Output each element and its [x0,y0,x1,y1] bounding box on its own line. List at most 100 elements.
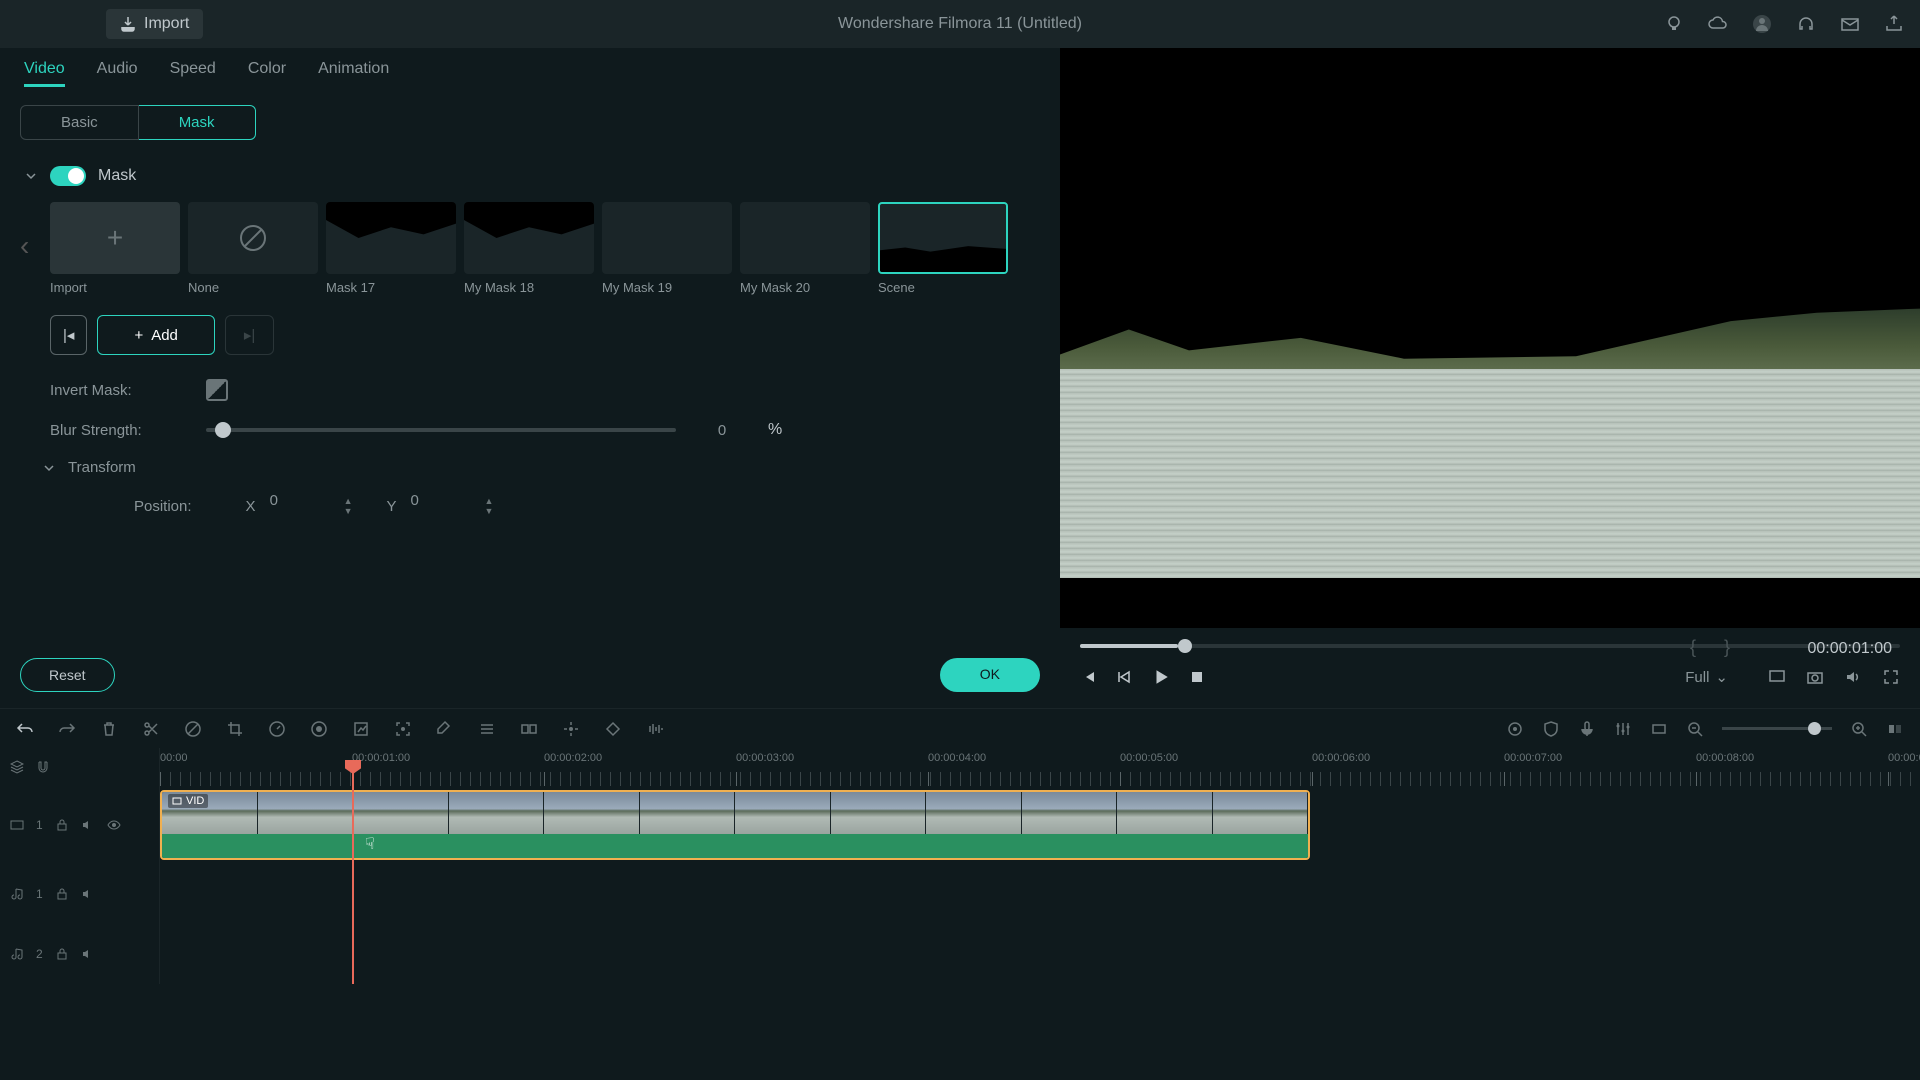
playhead[interactable] [352,768,354,984]
split-button[interactable] [142,720,160,738]
tab-animation[interactable]: Animation [318,60,389,87]
paint-button[interactable] [436,720,454,738]
prohibit-button[interactable] [184,720,202,738]
mask-thumb [464,202,594,274]
x-stepper[interactable]: ▲▼ [344,496,353,516]
export-icon[interactable] [1884,14,1904,34]
lock-icon[interactable] [55,818,69,832]
motion-button[interactable] [562,720,580,738]
prev-keyframe-button[interactable]: |◂ [50,315,87,355]
crop-button[interactable] [226,720,244,738]
prev-frame-button[interactable] [1080,669,1096,685]
tab-speed[interactable]: Speed [170,60,216,87]
mark-in-out[interactable]: {} [1690,637,1730,658]
y-stepper[interactable]: ▲▼ [485,496,494,516]
shield-button[interactable] [1542,720,1560,738]
blur-unit: % [768,421,782,439]
next-keyframe-button: ▸| [225,315,274,355]
zoom-out-button[interactable] [1686,720,1704,738]
step-back-button[interactable] [1116,669,1132,685]
lightbulb-icon[interactable] [1664,14,1684,34]
mask-toggle[interactable] [50,166,86,186]
mask-item-scene[interactable]: Scene [878,202,1008,295]
keyframe-button[interactable] [604,720,622,738]
greenscreen-button[interactable] [352,720,370,738]
mask-item-17[interactable]: Mask 17 [326,202,456,295]
transform-header[interactable]: Transform [24,459,1036,476]
add-keyframe-button[interactable]: + Add [97,315,214,355]
fit-button[interactable] [1886,720,1904,738]
chevron-down-icon [42,461,56,475]
mask-item-import[interactable]: + Import [50,202,180,295]
invert-mask-checkbox[interactable] [206,379,228,401]
mixer-button[interactable] [1614,720,1632,738]
tab-video[interactable]: Video [24,60,65,87]
quality-select[interactable]: Full ⌄ [1675,664,1738,690]
focus-button[interactable] [394,720,412,738]
plus-icon: + [50,202,180,274]
video-clip[interactable]: VID [160,790,1310,860]
play-button[interactable] [1152,668,1170,686]
none-icon [188,202,318,274]
mute-icon[interactable] [81,947,95,961]
mic-button[interactable] [1578,720,1596,738]
group-button[interactable] [520,720,538,738]
color-button[interactable] [310,720,328,738]
chevron-down-icon[interactable] [24,169,38,183]
undo-button[interactable] [16,720,34,738]
layers-icon[interactable] [10,760,24,774]
marker-button[interactable] [1506,720,1524,738]
eye-icon[interactable] [107,818,121,832]
mail-icon[interactable] [1840,14,1860,34]
fx-button[interactable] [478,720,496,738]
avatar-icon[interactable] [1752,14,1772,34]
import-label: Import [144,15,189,33]
mask-item-none[interactable]: None [188,202,318,295]
zoom-in-button[interactable] [1850,720,1868,738]
mute-icon[interactable] [81,818,95,832]
mute-icon[interactable] [81,887,95,901]
position-y-input[interactable]: 0 [411,492,471,520]
position-x-input[interactable]: 0 [270,492,330,520]
volume-icon[interactable] [1844,668,1862,686]
video-track-1[interactable]: VID ☟ [160,786,1920,864]
preview-viewport[interactable] [1060,48,1920,708]
gallery-prev-icon[interactable]: ‹ [20,230,29,262]
time-ruler[interactable]: 00:0000:00:01:0000:00:02:0000:00:03:0000… [160,748,1920,786]
mask-item-19[interactable]: My Mask 19 [602,202,732,295]
ruler-label: 00:00:05:00 [1120,752,1178,764]
lock-icon[interactable] [55,887,69,901]
speed-button[interactable] [268,720,286,738]
mask-item-18[interactable]: My Mask 18 [464,202,594,295]
stop-button[interactable] [1190,670,1204,684]
cloud-icon[interactable] [1708,14,1728,34]
subtab-basic[interactable]: Basic [20,105,139,140]
track-area[interactable]: 00:0000:00:01:0000:00:02:0000:00:03:0000… [160,748,1920,984]
delete-button[interactable] [100,720,118,738]
ruler-label: 00:00:02:00 [544,752,602,764]
audio-mix-button[interactable] [646,720,664,738]
fullscreen-icon[interactable] [1882,668,1900,686]
redo-button[interactable] [58,720,76,738]
playback-progress[interactable] [1080,644,1900,648]
tab-audio[interactable]: Audio [97,60,138,87]
import-button[interactable]: Import [106,9,203,39]
ok-button[interactable]: OK [940,658,1040,692]
mask-item-20[interactable]: My Mask 20 [740,202,870,295]
transform-label: Transform [68,459,136,476]
magnet-icon[interactable] [36,760,50,774]
snapshot-icon[interactable] [1806,668,1824,686]
tab-color[interactable]: Color [248,60,286,87]
zoom-slider[interactable] [1722,727,1832,730]
headset-icon[interactable] [1796,14,1816,34]
invert-mask-row: Invert Mask: [24,379,1036,401]
blur-slider[interactable] [206,428,676,432]
display-icon[interactable] [1768,668,1786,686]
ruler-label: 00:00:08:00 [1696,752,1754,764]
frames-button[interactable] [1650,720,1668,738]
subtab-mask[interactable]: Mask [139,105,256,140]
mask-label: My Mask 18 [464,280,534,295]
reset-button[interactable]: Reset [20,658,115,692]
lock-icon[interactable] [55,947,69,961]
blur-value[interactable]: 0 [692,422,752,439]
